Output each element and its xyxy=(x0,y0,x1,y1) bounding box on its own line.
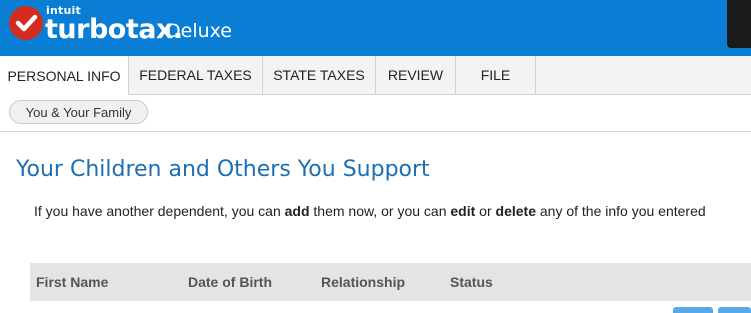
column-header-date-of-birth: Date of Birth xyxy=(188,274,272,290)
dependents-table-header: First Name Date of Birth Relationship St… xyxy=(30,263,751,301)
column-header-status: Status xyxy=(450,274,493,290)
turbotax-brand-text: turbotax. xyxy=(45,14,183,45)
edit-button[interactable] xyxy=(673,307,713,313)
instructions-text: If you have another dependent, you can a… xyxy=(34,203,706,219)
tab-review[interactable]: REVIEW xyxy=(376,56,456,94)
instructions-edit: edit xyxy=(450,203,476,219)
instructions-add: add xyxy=(284,203,310,219)
instructions-part3: or xyxy=(475,203,496,219)
main-nav-tabs: PERSONAL INFO FEDERAL TAXES STATE TAXES … xyxy=(0,56,751,95)
instructions-part1: If you have another dependent, you can xyxy=(34,203,285,219)
tab-file[interactable]: FILE xyxy=(456,56,536,94)
delete-button[interactable] xyxy=(718,307,751,313)
page-title: Your Children and Others You Support xyxy=(16,157,430,182)
column-header-relationship: Relationship xyxy=(321,274,406,290)
tab-personal-info[interactable]: PERSONAL INFO xyxy=(0,56,129,95)
turbotax-check-logo-icon xyxy=(9,6,43,40)
breadcrumb-you-and-family[interactable]: You & Your Family xyxy=(9,100,148,124)
breadcrumb: You & Your Family xyxy=(0,95,751,132)
column-header-first-name: First Name xyxy=(36,274,109,290)
instructions-delete: delete xyxy=(495,203,536,219)
app-header: intuit turbotax. Deluxe xyxy=(0,0,751,56)
tab-federal-taxes[interactable]: FEDERAL TAXES xyxy=(129,56,263,94)
edition-label: Deluxe xyxy=(166,20,232,42)
instructions-part4: any of the info you entered xyxy=(535,203,706,219)
tab-state-taxes[interactable]: STATE TAXES xyxy=(263,56,376,94)
instructions-part2: them now, or you can xyxy=(309,203,451,219)
header-account-menu[interactable] xyxy=(727,0,751,48)
